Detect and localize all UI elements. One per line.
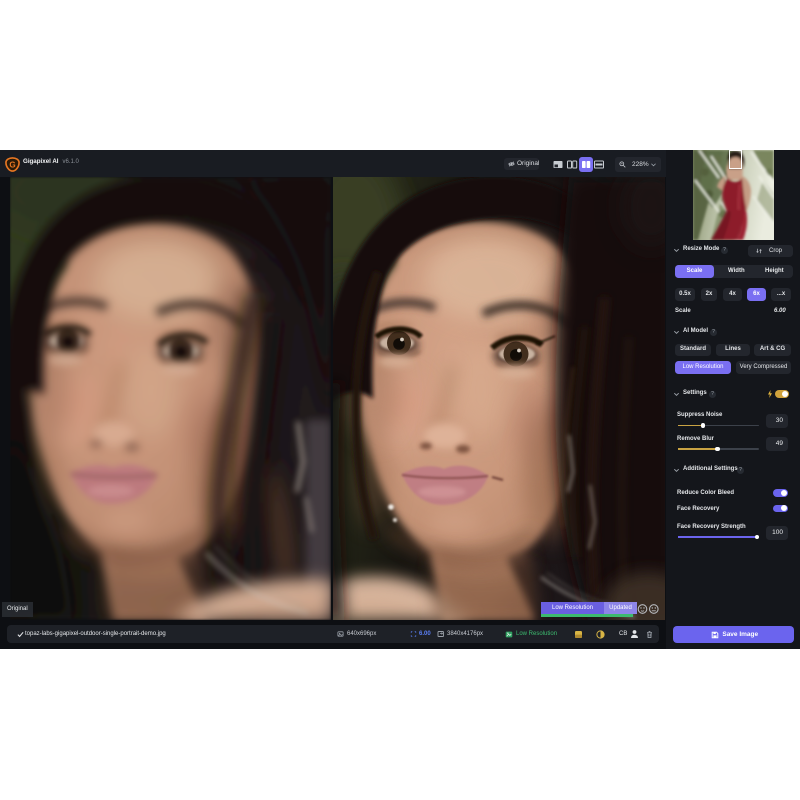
- svg-text:G: G: [9, 160, 15, 169]
